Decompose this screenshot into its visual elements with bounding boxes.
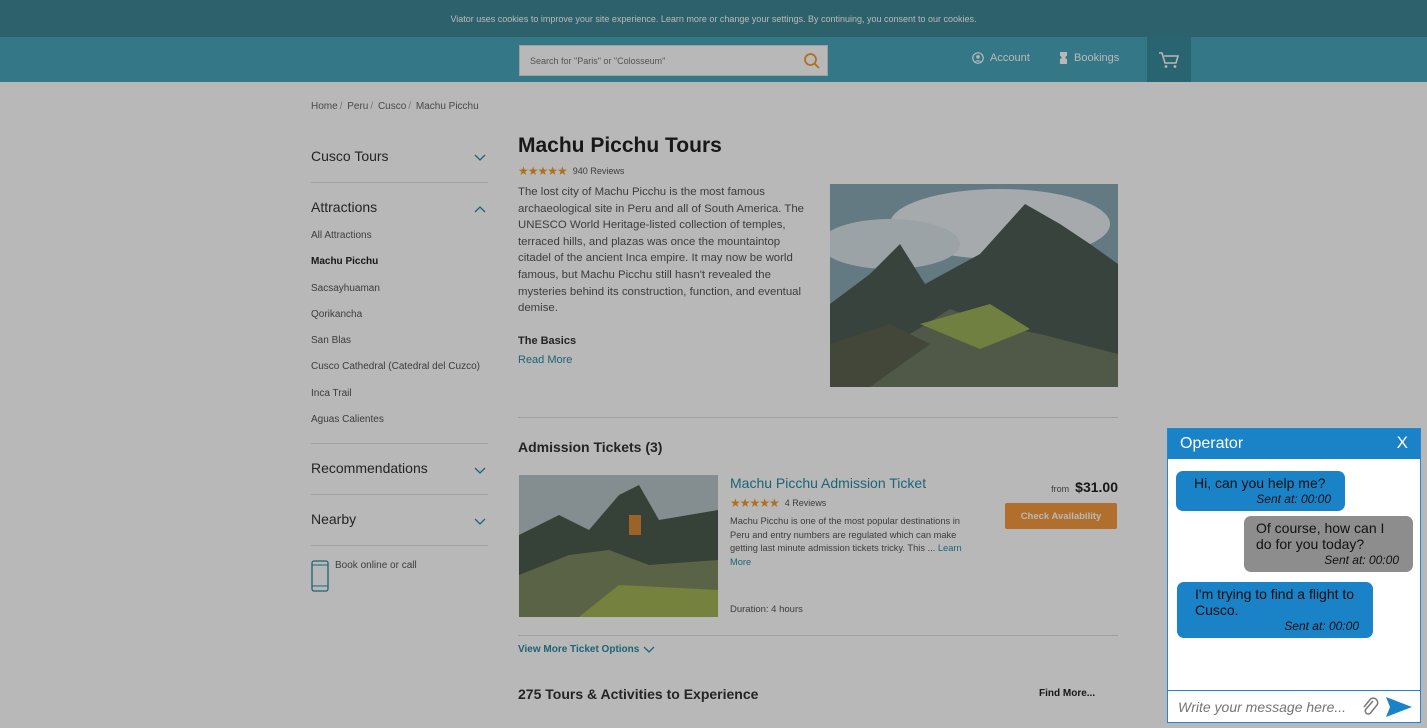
paperclip-icon[interactable] — [1359, 696, 1381, 718]
chevron-down-icon — [474, 154, 486, 161]
phone-icon — [311, 560, 329, 592]
chat-title: Operator — [1180, 435, 1244, 452]
message-text: Of course, how can I do for you today? — [1256, 520, 1385, 552]
chat-message-user: I'm trying to find a flight to Cusco. Se… — [1177, 582, 1373, 638]
message-text: Hi, can you help me? — [1194, 475, 1326, 491]
sidebar-recommendations-label: Recommendations — [311, 460, 428, 476]
ticket-review-count[interactable]: 4 Reviews — [785, 498, 827, 508]
star-rating: ★★★★★ — [518, 164, 568, 178]
sidebar-cusco-tours-label: Cusco Tours — [311, 148, 389, 164]
ticket-description: Machu Picchu is one of the most popular … — [730, 515, 966, 569]
attraction-item[interactable]: Sacsayhuaman — [311, 282, 488, 308]
close-icon[interactable]: X — [1397, 433, 1408, 453]
ticket-price: from $31.00 — [1051, 479, 1118, 495]
chevron-down-icon — [643, 646, 655, 653]
chat-message-input[interactable] — [1168, 692, 1353, 721]
chat-message-user: Hi, can you help me? Sent at: 00:00 — [1176, 471, 1345, 511]
ticket-duration: Duration: 4 hours — [730, 604, 803, 615]
chevron-up-icon[interactable] — [474, 205, 486, 213]
send-icon[interactable] — [1385, 696, 1413, 718]
chat-header: Operator X — [1168, 429, 1420, 459]
chat-input-bar — [1168, 690, 1420, 722]
attraction-item[interactable]: Qorikancha — [311, 308, 488, 334]
book-online-call[interactable]: Book online or call — [311, 560, 417, 592]
breadcrumb-home[interactable]: Home — [311, 101, 338, 112]
bookings-label: Bookings — [1074, 52, 1120, 64]
attraction-item[interactable]: All Attractions — [311, 229, 488, 255]
cart-icon — [1159, 51, 1179, 68]
search-input[interactable] — [520, 46, 790, 75]
tours-heading: 275 Tours & Activities to Experience — [518, 686, 759, 702]
bookings-link[interactable]: Bookings — [1059, 52, 1119, 64]
book-call-label: Book online or call — [335, 560, 417, 571]
attraction-item[interactable]: Inca Trail — [311, 387, 488, 413]
review-count[interactable]: 940 Reviews — [573, 166, 625, 176]
price-value: $31.00 — [1075, 479, 1118, 495]
ticket-description-text: Machu Picchu is one of the most popular … — [730, 516, 960, 553]
message-text: I'm trying to find a flight to Cusco. — [1195, 586, 1355, 618]
breadcrumb-peru[interactable]: Peru — [347, 101, 368, 112]
cookie-text: Viator uses cookies to improve your site… — [450, 13, 977, 24]
price-from-label: from — [1051, 484, 1070, 494]
view-more-ticket-options[interactable]: View More Ticket Options — [518, 644, 655, 655]
user-icon — [972, 52, 984, 64]
search-box[interactable] — [519, 45, 828, 76]
message-time: Sent at: 00:00 — [1256, 492, 1331, 506]
site-header: Account Bookings — [0, 37, 1427, 82]
attraction-item[interactable]: San Blas — [311, 334, 488, 360]
section-divider — [518, 417, 1118, 418]
sidebar-attractions: Attractions All Attractions Machu Picchu… — [311, 183, 488, 444]
account-link[interactable]: Account — [972, 52, 1030, 64]
ticket-title-link[interactable]: Machu Picchu Admission Ticket — [730, 475, 926, 491]
admission-heading: Admission Tickets (3) — [518, 439, 663, 455]
page-title: Machu Picchu Tours — [518, 134, 722, 157]
view-more-label: View More Ticket Options — [518, 644, 640, 655]
breadcrumb-machu-picchu: Machu Picchu — [415, 101, 479, 112]
sidebar-cusco-tours[interactable]: Cusco Tours — [311, 130, 488, 183]
message-time: Sent at: 00:00 — [1324, 553, 1399, 567]
rating-summary: ★★★★★ 940 Reviews — [518, 164, 624, 178]
breadcrumb: Home / Peru / Cusco / Machu Picchu — [311, 101, 479, 112]
ticket-star-rating: ★★★★★ — [730, 496, 780, 510]
attraction-item[interactable]: Cusco Cathedral (Catedral del Cuzco) — [311, 360, 488, 386]
sidebar-recommendations[interactable]: Recommendations — [311, 444, 488, 495]
hero-image — [830, 184, 1118, 387]
attraction-description: The lost city of Machu Picchu is the mos… — [518, 186, 804, 315]
ticket-image[interactable] — [519, 475, 718, 617]
sidebar-attractions-label[interactable]: Attractions — [311, 183, 488, 215]
sidebar-nearby-label: Nearby — [311, 511, 357, 527]
chevron-down-icon — [474, 467, 486, 474]
attraction-list: All Attractions Machu Picchu Sacsayhuama… — [311, 229, 488, 439]
message-time: Sent at: 00:00 — [1284, 619, 1359, 633]
sidebar-nearby[interactable]: Nearby — [311, 495, 488, 546]
attraction-item[interactable]: Aguas Calientes — [311, 413, 488, 439]
ticket-icon — [1060, 52, 1067, 64]
find-more-link[interactable]: Find More... — [1039, 688, 1095, 699]
read-more-link[interactable]: Read More — [518, 354, 572, 366]
breadcrumb-cusco[interactable]: Cusco — [378, 101, 406, 112]
account-label: Account — [990, 52, 1030, 64]
ticket-rating: ★★★★★ 4 Reviews — [730, 496, 826, 510]
chat-message-operator: Of course, how can I do for you today? S… — [1244, 516, 1413, 572]
search-icon[interactable] — [803, 52, 821, 70]
basics-heading: The Basics — [518, 335, 577, 347]
sidebar: Cusco Tours Attractions All Attractions … — [311, 130, 488, 546]
section-divider — [518, 635, 1118, 636]
cart-button[interactable] — [1147, 37, 1191, 82]
check-availability-button[interactable]: Check Availability — [1005, 503, 1117, 529]
chevron-down-icon — [474, 518, 486, 525]
attraction-item[interactable]: Machu Picchu — [311, 255, 488, 281]
cookie-banner[interactable]: Viator uses cookies to improve your site… — [0, 0, 1427, 37]
chat-window: Operator X Hi, can you help me? Sent at:… — [1167, 428, 1421, 723]
